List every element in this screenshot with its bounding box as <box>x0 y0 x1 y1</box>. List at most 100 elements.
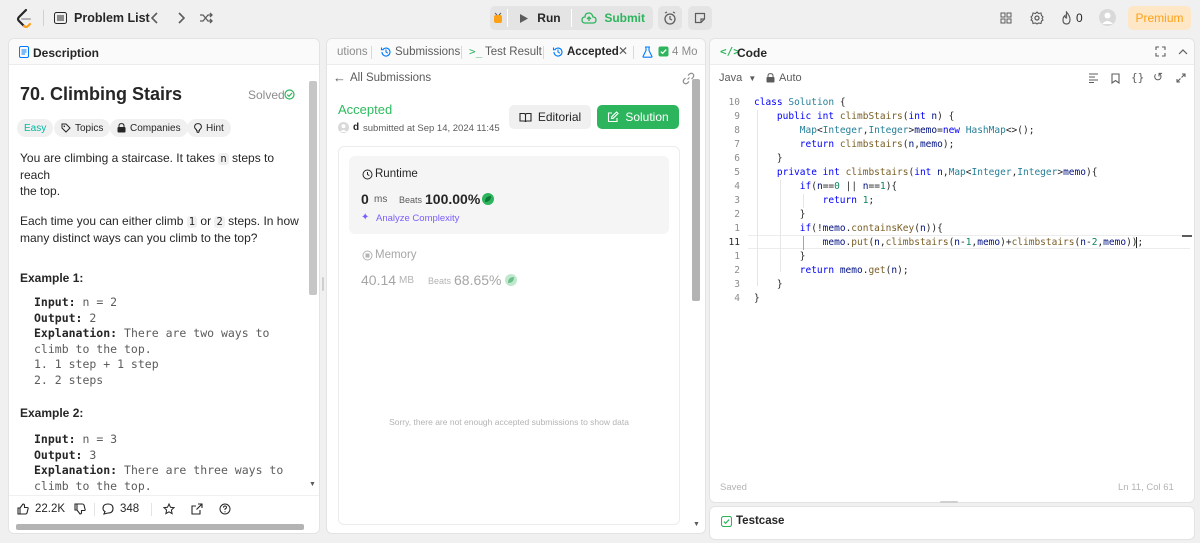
tab-description[interactable]: Description <box>33 46 99 60</box>
bookmark-icon[interactable] <box>1109 72 1121 84</box>
submit-button[interactable]: Submit <box>571 6 653 30</box>
code-line: } <box>754 279 783 290</box>
no-data-message: Sorry, there are not enough accepted sub… <box>389 417 629 427</box>
cursor-position: Ln 11, Col 61 <box>1118 482 1174 493</box>
maximize-icon[interactable] <box>1154 45 1167 58</box>
line-number: 2 <box>734 265 740 276</box>
divider <box>43 10 44 26</box>
expand-icon[interactable] <box>1175 72 1187 84</box>
leaf-badge-icon <box>505 274 517 286</box>
help-icon[interactable] <box>218 502 232 516</box>
submission-scrollbar[interactable] <box>692 79 700 301</box>
layout-icon[interactable] <box>998 10 1014 26</box>
runtime-card[interactable]: Runtime 0 ms Beats 100.00% ✦ Analyze Com… <box>349 156 669 234</box>
align-icon[interactable] <box>1087 72 1100 84</box>
difficulty-badge[interactable]: Easy <box>17 119 54 137</box>
line-number: 1 <box>734 223 740 234</box>
tab-more[interactable]: 4 Mo <box>672 46 698 58</box>
memory-card[interactable]: Memory 40.14 MB Beats 68.65% <box>349 244 669 304</box>
analyze-complexity-link[interactable]: Analyze Complexity <box>376 213 459 224</box>
divider <box>633 46 634 59</box>
scroll-down-arrow[interactable]: ▼ <box>693 521 700 528</box>
companies-tag[interactable]: Companies <box>110 119 188 137</box>
user-avatar[interactable] <box>338 122 349 133</box>
description-tab-bar: Description <box>9 39 319 65</box>
tab-test-result[interactable]: Test Result <box>485 46 542 58</box>
shuffle-icon[interactable] <box>198 10 214 26</box>
edit-icon <box>608 111 620 123</box>
problem-statement: You are climbing a staircase. It takes n… <box>20 150 305 246</box>
paragraph-1: You are climbing a staircase. It takes n… <box>20 151 275 198</box>
editor-vertical-scrollbar[interactable] <box>1182 235 1192 237</box>
fire-streak-icon[interactable] <box>1059 10 1073 26</box>
code-line: } <box>754 251 806 262</box>
memory-beats-label: Beats <box>428 276 452 286</box>
line-number: 9 <box>734 111 740 122</box>
lock-icon <box>117 123 126 133</box>
note-icon[interactable] <box>688 6 712 30</box>
back-arrow-icon[interactable]: ← <box>333 70 346 85</box>
code-line: class Solution { <box>754 97 846 108</box>
close-icon[interactable]: ✕ <box>618 44 628 58</box>
chevron-left-icon[interactable] <box>148 10 162 26</box>
chevron-up-icon[interactable] <box>1176 45 1189 58</box>
line-number: 4 <box>734 293 740 304</box>
leaf-badge-icon <box>482 193 494 205</box>
list-icon[interactable] <box>52 10 68 26</box>
code-line: return climbstairs(n,memo); <box>799 139 955 150</box>
language-select[interactable]: Java ▼ <box>719 72 756 84</box>
thumbs-up-icon[interactable] <box>16 502 30 516</box>
inline-code: 1 <box>186 216 198 228</box>
comment-count: 348 <box>120 503 140 515</box>
solved-label: Solved <box>248 88 285 102</box>
tab-solutions[interactable]: utions <box>337 46 368 58</box>
line-number: 1 <box>734 251 740 262</box>
avatar[interactable] <box>1099 9 1116 26</box>
editorial-label: Editorial <box>537 110 582 124</box>
submission-panel: utions Submissions >_ Test Result Accept… <box>326 38 706 534</box>
topics-tag[interactable]: Topics <box>54 119 111 137</box>
gear-icon[interactable] <box>1029 10 1045 26</box>
thumbs-down-icon[interactable] <box>73 502 87 516</box>
debug-icon[interactable] <box>490 6 507 30</box>
submission-tab-bar: utions Submissions >_ Test Result Accept… <box>327 39 705 65</box>
drag-handle-left[interactable] <box>322 277 324 291</box>
tab-submissions[interactable]: Submissions <box>395 46 460 58</box>
share-icon[interactable] <box>190 502 204 516</box>
description-horizontal-scrollbar[interactable] <box>16 524 304 530</box>
drag-handle-horizontal[interactable] <box>940 501 958 503</box>
editorial-button[interactable]: Editorial <box>509 105 591 129</box>
description-icon <box>18 45 30 59</box>
star-icon[interactable] <box>162 502 176 516</box>
leetcode-logo-icon[interactable] <box>14 7 34 29</box>
runtime-value: 0 <box>361 191 369 207</box>
braces-icon[interactable]: {} <box>1131 71 1144 84</box>
description-scrollbar[interactable] <box>309 81 317 295</box>
run-button[interactable]: Run <box>507 6 570 30</box>
problem-list-link[interactable]: Problem List <box>74 11 150 25</box>
solution-button[interactable]: Solution <box>597 105 679 129</box>
hint-tag[interactable]: Hint <box>187 119 231 137</box>
code-line: Map<Integer,Integer>memo=new HashMap<>()… <box>799 125 1035 136</box>
submit-label: Submit <box>604 11 645 25</box>
tab-code[interactable]: Code <box>737 46 767 60</box>
chevron-right-icon[interactable] <box>174 10 188 26</box>
all-submissions-link[interactable]: All Submissions <box>350 72 431 84</box>
memory-beats-value: 68.65% <box>454 272 502 288</box>
comment-icon[interactable] <box>101 502 115 516</box>
saved-status: Saved <box>720 482 747 493</box>
example-1-heading: Example 1: <box>20 271 84 285</box>
tag-icon <box>61 123 71 133</box>
username[interactable]: d <box>353 122 359 133</box>
scroll-down-arrow[interactable]: ▼ <box>309 481 316 488</box>
tab-accepted[interactable]: Accepted <box>567 46 619 58</box>
autocomplete-toggle[interactable]: Auto <box>779 72 802 84</box>
inline-code: 2 <box>214 216 225 228</box>
line-number: 2 <box>734 209 740 220</box>
topics-label: Topics <box>75 122 104 134</box>
timer-icon[interactable] <box>658 6 682 30</box>
tab-testcase[interactable]: Testcase <box>736 515 784 527</box>
reset-icon[interactable]: ↺ <box>1153 70 1163 84</box>
premium-button[interactable]: Premium <box>1128 6 1191 30</box>
divider <box>371 46 372 59</box>
